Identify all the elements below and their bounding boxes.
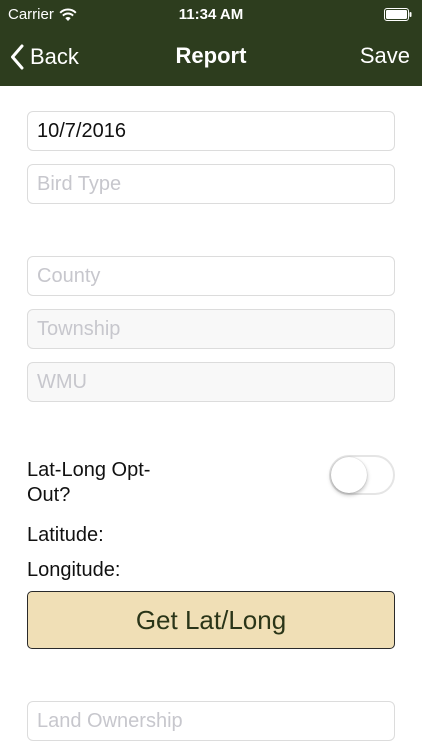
toggle-knob — [331, 457, 367, 493]
land-ownership-field[interactable] — [27, 701, 395, 741]
get-lat-long-button[interactable]: Get Lat/Long — [27, 591, 395, 649]
status-bar: Carrier 11:34 AM — [0, 0, 422, 30]
navigation-bar: Back Report Save — [0, 30, 422, 86]
page-title: Report — [175, 43, 247, 68]
county-field[interactable] — [27, 256, 395, 296]
bird-type-field[interactable] — [27, 164, 395, 204]
latitude-label: Latitude: — [27, 524, 104, 546]
opt-out-label: Lat-Long Opt-Out? — [27, 459, 151, 506]
battery-icon — [384, 8, 412, 21]
opt-out-toggle[interactable] — [329, 455, 395, 495]
report-screen: Carrier 11:34 AM Back Report Save 10/7/2… — [0, 0, 422, 750]
longitude-label: Longitude: — [27, 559, 121, 581]
top-bar: Carrier 11:34 AM Back Report Save — [0, 0, 422, 86]
save-button[interactable]: Save — [360, 43, 410, 69]
wmu-field[interactable] — [27, 362, 395, 402]
date-field[interactable] — [27, 111, 395, 151]
township-field[interactable] — [27, 309, 395, 349]
status-time: 11:34 AM — [178, 6, 244, 23]
